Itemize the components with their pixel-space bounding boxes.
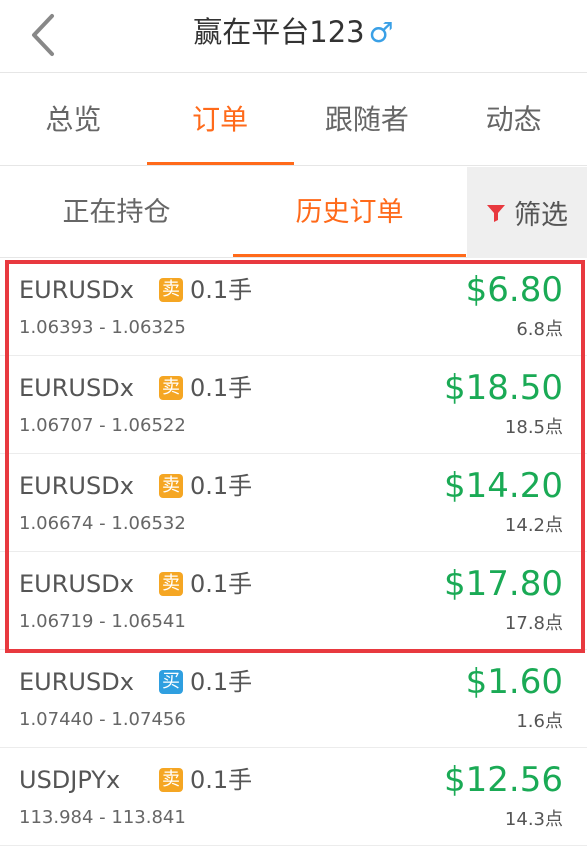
order-profit: $1.60 [465, 662, 563, 702]
order-prices: 1.07440 - 1.07456 [19, 709, 186, 730]
sell-badge: 卖 [159, 376, 183, 400]
order-symbol: USDJPYx [19, 766, 121, 794]
order-lot: 0.1手 [190, 766, 253, 794]
order-profit: $17.80 [444, 564, 563, 604]
subtab-open-positions[interactable]: 正在持仓 [0, 167, 233, 257]
order-symbol: EURUSDx [19, 668, 134, 696]
sell-badge: 卖 [159, 768, 183, 792]
filter-button[interactable]: 筛选 [467, 167, 587, 258]
order-row[interactable]: USDJPYx 卖 0.1手 113.984 - 113.841 $12.56 … [0, 748, 587, 846]
order-lot: 0.1手 [190, 668, 253, 696]
top-app-bar: 赢在平台123 ♂ [0, 0, 587, 73]
order-prices: 113.984 - 113.841 [19, 807, 186, 828]
sell-badge: 卖 [159, 278, 183, 302]
order-row[interactable]: EURUSDx 卖 0.1手 1.06707 - 1.06522 $18.50 … [0, 356, 587, 454]
main-tabs: 总览 订单 跟随者 动态 [0, 74, 587, 166]
order-profit: $18.50 [444, 368, 563, 408]
order-points: 1.6点 [516, 711, 563, 732]
order-profit: $12.56 [444, 760, 563, 800]
tab-orders[interactable]: 订单 [146, 74, 294, 165]
male-gender-icon: ♂ [368, 16, 394, 49]
tab-overview[interactable]: 总览 [0, 74, 147, 165]
order-lot: 0.1手 [190, 570, 253, 598]
order-row[interactable]: EURUSDx 买 0.1手 1.07440 - 1.07456 $1.60 1… [0, 650, 587, 748]
sell-badge: 卖 [159, 572, 183, 596]
order-profit: $14.20 [444, 466, 563, 506]
sell-badge: 卖 [159, 474, 183, 498]
order-symbol: EURUSDx [19, 276, 134, 304]
order-prices: 1.06393 - 1.06325 [19, 317, 186, 338]
order-points: 6.8点 [516, 319, 563, 340]
order-prices: 1.06674 - 1.06532 [19, 513, 186, 534]
subtab-history-orders[interactable]: 历史订单 [233, 167, 466, 257]
tab-followers[interactable]: 跟随者 [294, 74, 441, 165]
order-symbol: EURUSDx [19, 472, 134, 500]
order-row[interactable]: EURUSDx 卖 0.1手 1.06674 - 1.06532 $14.20 … [0, 454, 587, 552]
order-lot: 0.1手 [190, 276, 253, 304]
filter-label: 筛选 [514, 200, 568, 231]
page-title: 赢在平台123 ♂ [0, 12, 587, 53]
funnel-icon [487, 204, 505, 222]
buy-badge: 买 [159, 670, 183, 694]
order-profit: $6.80 [465, 270, 563, 310]
order-row[interactable]: EURUSDx 卖 0.1手 1.06719 - 1.06541 $17.80 … [0, 552, 587, 650]
order-symbol: EURUSDx [19, 570, 134, 598]
order-points: 14.3点 [504, 809, 563, 830]
page-title-text: 赢在平台123 [193, 15, 365, 49]
order-lot: 0.1手 [190, 472, 253, 500]
order-list: EURUSDx 卖 0.1手 1.06393 - 1.06325 $6.80 6… [0, 258, 587, 846]
order-points: 18.5点 [504, 417, 563, 438]
order-points: 14.2点 [504, 515, 563, 536]
order-symbol: EURUSDx [19, 374, 134, 402]
order-prices: 1.06707 - 1.06522 [19, 415, 186, 436]
order-row[interactable]: EURUSDx 卖 0.1手 1.06393 - 1.06325 $6.80 6… [0, 258, 587, 356]
tab-activity[interactable]: 动态 [440, 74, 587, 165]
order-points: 17.8点 [504, 613, 563, 634]
order-lot: 0.1手 [190, 374, 253, 402]
order-prices: 1.06719 - 1.06541 [19, 611, 186, 632]
order-subtabs: 正在持仓 历史订单 筛选 [0, 167, 587, 258]
